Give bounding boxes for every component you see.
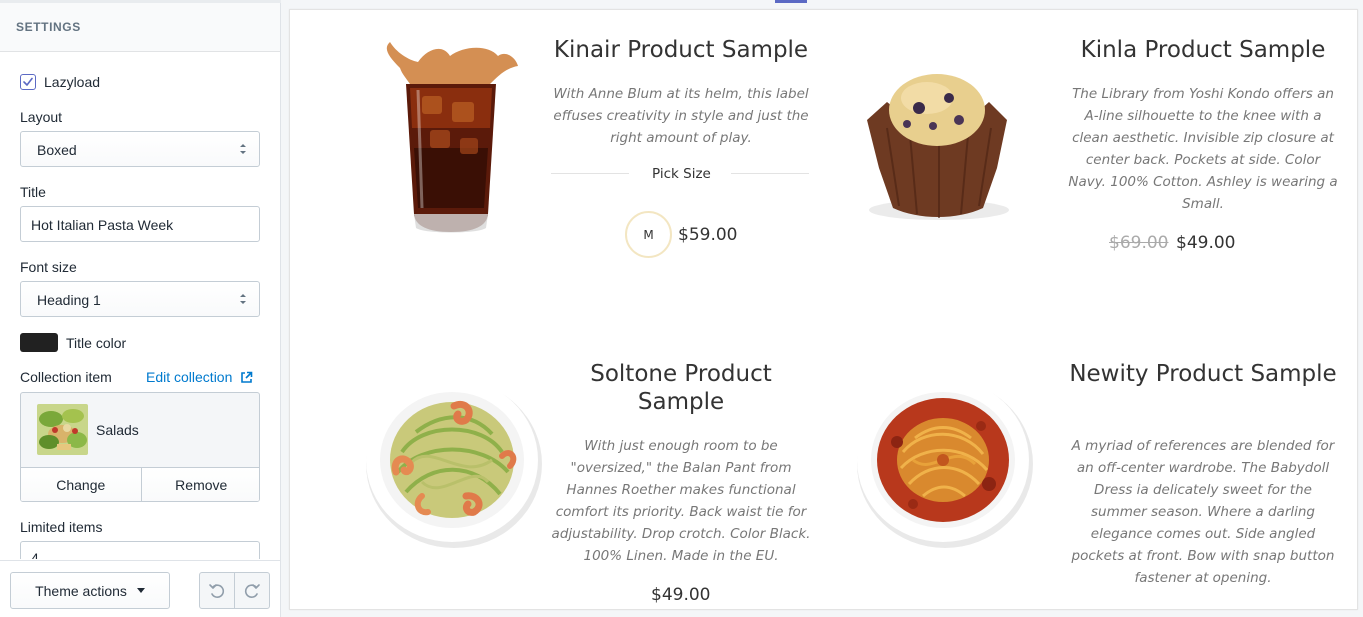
title-color-label: Title color	[66, 335, 127, 351]
iced-cola-glass-image	[386, 42, 518, 233]
limited-items-label: Limited items	[20, 519, 103, 535]
undo-button[interactable]	[200, 573, 234, 608]
theme-actions-button[interactable]: Theme actions	[10, 572, 170, 609]
preview-scroll-indicator	[775, 0, 807, 3]
undo-redo-group	[199, 572, 270, 609]
font-size-label: Font size	[20, 259, 77, 275]
pick-size-divider-right	[731, 173, 809, 174]
product-card-soltone[interactable]: Soltone Product Sample With just enough …	[290, 310, 825, 609]
lazyload-option[interactable]: Lazyload	[20, 73, 100, 91]
font-size-select-value: Heading 1	[37, 292, 101, 308]
collection-actions: Change Remove	[21, 467, 259, 501]
collection-name: Salads	[96, 422, 139, 438]
storefront-preview: Kinair Product Sample With Anne Blum at …	[289, 9, 1358, 610]
collection-item-label: Collection item	[20, 369, 112, 385]
font-size-select[interactable]: Heading 1	[20, 281, 260, 317]
lazyload-checkbox[interactable]	[20, 74, 36, 90]
checkmark-icon	[23, 77, 33, 86]
layout-select[interactable]: Boxed	[20, 131, 260, 167]
limited-items-input[interactable]: 4	[20, 541, 260, 559]
theme-actions-label: Theme actions	[35, 582, 127, 599]
product-title[interactable]: Soltone Product Sample	[551, 360, 811, 416]
pick-size-label: Pick Size	[652, 166, 711, 182]
salad-thumbnail	[37, 404, 88, 455]
product-description: With Anne Blum at its helm, this label e…	[553, 86, 809, 146]
remove-collection-button[interactable]: Remove	[140, 468, 259, 501]
product-title[interactable]: Kinair Product Sample	[551, 36, 811, 64]
sidebar-footer: Theme actions	[0, 560, 280, 617]
product-price: $49.00	[651, 585, 711, 605]
product-price: $59.00	[678, 225, 738, 245]
edit-collection-link[interactable]: Edit collection	[146, 369, 253, 385]
theme-settings-sidebar: SETTINGS Lazyload Layout Boxed Title Hot…	[0, 0, 281, 617]
limited-items-value: 4	[31, 550, 39, 559]
settings-heading: SETTINGS	[16, 20, 81, 34]
select-arrows-icon	[240, 144, 246, 154]
product-description: A myriad of references are blended for a…	[1071, 438, 1335, 586]
product-description: With just enough room to be "oversized,"…	[551, 438, 811, 564]
product-card-kinla[interactable]: Kinla Product Sample The Library from Yo…	[825, 10, 1357, 310]
shrimp-pesto-pasta-image	[366, 378, 542, 548]
product-price: $49.00	[1176, 233, 1236, 253]
change-collection-button[interactable]: Change	[21, 468, 141, 501]
edit-collection-text: Edit collection	[146, 369, 233, 385]
product-card-newity[interactable]: Newity Product Sample A myriad of refere…	[825, 310, 1357, 609]
redo-button[interactable]	[234, 573, 269, 608]
pick-size-divider-left	[551, 173, 629, 174]
caret-down-icon	[136, 588, 145, 593]
product-description: The Library from Yoshi Kondo offers an A…	[1068, 86, 1338, 212]
title-label: Title	[20, 184, 46, 200]
product-title[interactable]: Kinla Product Sample	[1068, 36, 1338, 64]
layout-label: Layout	[20, 109, 63, 125]
external-link-icon	[241, 371, 253, 383]
collection-card: Salads Change Remove	[20, 392, 260, 502]
undo-icon	[209, 583, 225, 598]
layout-select-value: Boxed	[37, 142, 77, 158]
redo-icon	[244, 583, 260, 598]
spaghetti-bolognese-image	[857, 378, 1033, 548]
title-input[interactable]: Hot Italian Pasta Week	[20, 206, 260, 242]
product-card-kinair[interactable]: Kinair Product Sample With Anne Blum at …	[290, 10, 825, 310]
title-color-swatch[interactable]	[20, 333, 58, 352]
blueberry-muffin-image	[867, 74, 1009, 220]
title-input-value: Hot Italian Pasta Week	[31, 217, 174, 233]
product-compare-price: $69.00	[1109, 233, 1169, 253]
select-arrows-icon	[240, 294, 246, 304]
lazyload-label: Lazyload	[44, 74, 101, 90]
size-option-m[interactable]: M	[625, 211, 672, 258]
product-title[interactable]: Newity Product Sample	[1068, 360, 1338, 388]
settings-header: SETTINGS	[0, 3, 280, 52]
